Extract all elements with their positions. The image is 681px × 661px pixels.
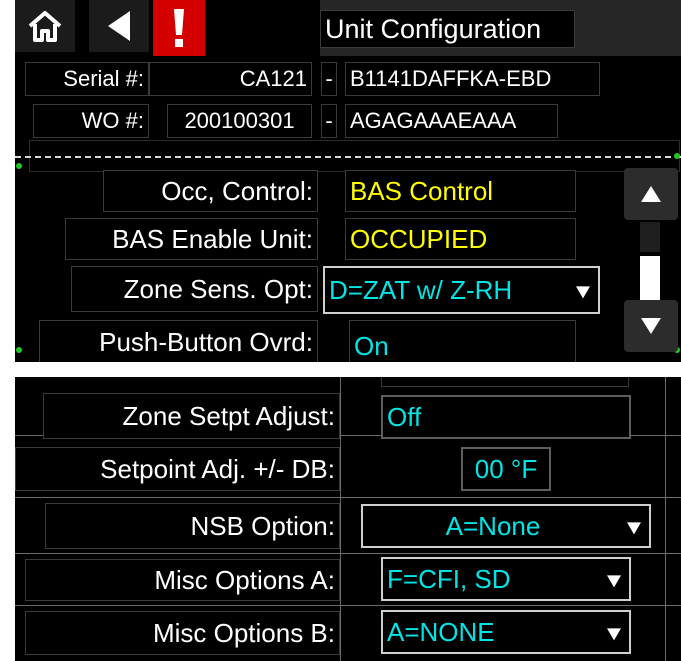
nsb-option-value: A=None xyxy=(445,511,541,541)
scroll-track[interactable] xyxy=(640,222,660,252)
grid-line xyxy=(340,377,341,661)
occ-control-label: Occ, Control: xyxy=(103,170,318,212)
scroll-down-icon xyxy=(641,318,661,334)
setpoint-adj-db-label: Setpoint Adj. +/- DB: xyxy=(15,447,340,491)
scroll-down-button[interactable] xyxy=(624,300,678,352)
serial-prefix-value: CA121 xyxy=(149,62,312,96)
zone-sens-opt-dropdown[interactable]: D=ZAT w/ Z-RH xyxy=(323,266,600,314)
misc-options-a-dropdown[interactable]: F=CFI, SD xyxy=(381,557,631,601)
misc-options-a-value: F=CFI, SD xyxy=(387,564,511,594)
push-button-ovrd-value[interactable]: On xyxy=(349,320,576,362)
occ-control-value[interactable]: BAS Control xyxy=(345,170,576,212)
chevron-down-icon xyxy=(627,522,641,535)
serial-separator: - xyxy=(321,62,337,96)
chevron-down-icon xyxy=(607,575,621,588)
home-button[interactable] xyxy=(15,0,75,52)
nsb-option-dropdown[interactable]: A=None xyxy=(361,504,651,548)
push-button-ovrd-label: Push-Button Ovrd: xyxy=(39,320,318,362)
green-dot-marker xyxy=(16,347,22,353)
dashed-divider xyxy=(15,156,681,158)
back-button[interactable] xyxy=(89,0,149,52)
misc-options-b-dropdown[interactable]: A=NONE xyxy=(381,610,631,654)
misc-options-a-label: Misc Options A: xyxy=(25,559,340,601)
partial-field-above xyxy=(381,377,629,387)
bas-enable-unit-value[interactable]: OCCUPIED xyxy=(345,218,576,260)
misc-options-b-label: Misc Options B: xyxy=(25,611,340,655)
zone-setpt-adjust-label: Zone Setpt Adjust: xyxy=(43,393,340,439)
grid-line xyxy=(15,553,681,554)
setpoint-adj-db-value[interactable]: 00 °F xyxy=(461,447,551,491)
zone-sens-opt-label: Zone Sens. Opt: xyxy=(71,266,318,312)
misc-options-b-value: A=NONE xyxy=(387,617,495,647)
alarm-exclamation-icon xyxy=(174,9,184,47)
zone-sens-opt-value: D=ZAT w/ Z-RH xyxy=(329,275,513,305)
grid-line xyxy=(15,497,681,498)
chevron-down-icon xyxy=(607,628,621,641)
green-dot-marker xyxy=(16,163,22,169)
grid-line xyxy=(665,377,666,661)
unit-configuration-panel-bottom: Zone Setpt Adjust: Off Setpoint Adj. +/-… xyxy=(15,377,681,661)
home-icon xyxy=(28,11,62,42)
zone-setpt-adjust-value[interactable]: Off xyxy=(381,395,631,439)
wo-suffix-value: AGAGAAAEAAA xyxy=(345,104,558,138)
unit-configuration-panel-top: Unit Configuration Serial #: CA121 - B11… xyxy=(15,0,681,362)
wo-label: WO #: xyxy=(33,104,149,138)
scroll-up-button[interactable] xyxy=(624,168,678,220)
serial-suffix-value: B1141DAFFKA-EBD xyxy=(345,62,600,96)
chevron-down-icon xyxy=(576,286,590,299)
scroll-up-icon xyxy=(641,186,661,202)
bas-enable-unit-label: BAS Enable Unit: xyxy=(65,218,318,260)
wo-separator: - xyxy=(321,104,337,138)
back-arrow-icon xyxy=(108,11,130,41)
scroll-thumb[interactable] xyxy=(640,256,660,304)
serial-label: Serial #: xyxy=(25,62,149,96)
wo-number-value: 200100301 xyxy=(167,104,312,138)
nsb-option-label: NSB Option: xyxy=(45,503,340,549)
page-title: Unit Configuration xyxy=(320,10,575,48)
green-dot-marker xyxy=(674,153,680,159)
grid-line xyxy=(15,605,681,606)
alarm-button[interactable] xyxy=(153,0,205,56)
